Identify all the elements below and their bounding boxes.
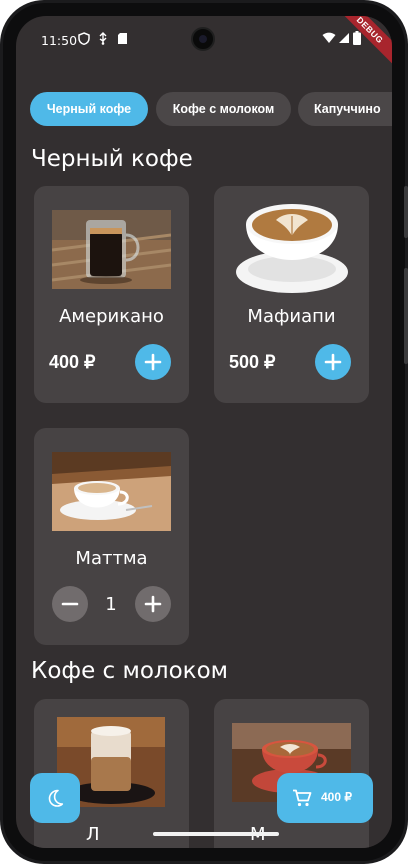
latte-art-photo xyxy=(236,204,348,293)
theme-toggle-button[interactable] xyxy=(30,773,80,823)
tab-black-coffee[interactable]: Черный кофе xyxy=(30,92,148,126)
plus-icon xyxy=(144,595,162,613)
add-to-cart-button[interactable] xyxy=(315,344,351,380)
product-price: 500 ₽ xyxy=(229,352,276,372)
app-screen: 11:50 DEBUG Черный кофе Кофе с молоком К… xyxy=(16,16,392,848)
signal-icon xyxy=(339,33,349,43)
product-price: 400 ₽ xyxy=(49,352,96,372)
power-button xyxy=(404,268,408,364)
home-indicator[interactable] xyxy=(153,832,279,836)
plus-icon xyxy=(324,353,342,371)
tab-cappuccino[interactable]: Капуччино xyxy=(298,92,392,126)
phone-frame: 11:50 DEBUG Черный кофе Кофе с молоком К… xyxy=(0,0,408,864)
quantity-value: 1 xyxy=(105,594,117,615)
product-card-mattma[interactable]: Маттма 1 xyxy=(34,428,189,645)
tab-coffee-with-milk[interactable]: Кофе с молоком xyxy=(156,92,291,126)
plus-icon xyxy=(144,353,162,371)
cart-icon xyxy=(293,789,312,807)
status-time: 11:50 xyxy=(41,33,78,48)
product-name: Мафиапи xyxy=(247,306,336,327)
volume-button xyxy=(404,186,408,238)
section-title-black-coffee: Черный кофе xyxy=(31,146,193,172)
wifi-icon xyxy=(322,32,336,43)
product-name: Американо xyxy=(59,306,164,327)
cappuccino-cup-photo xyxy=(52,452,171,531)
moon-icon xyxy=(48,789,64,807)
decrease-quantity-button[interactable] xyxy=(52,586,88,622)
sd-card-icon xyxy=(118,33,127,44)
cart-total: 400 ₽ xyxy=(321,790,352,804)
minus-icon xyxy=(61,602,79,606)
americano-photo xyxy=(52,210,171,289)
increase-quantity-button[interactable] xyxy=(135,586,171,622)
category-tabs: Черный кофе Кофе с молоком Капуччино xyxy=(30,92,392,126)
product-name: Маттма xyxy=(75,548,148,569)
product-card-americano[interactable]: Американо 400 ₽ xyxy=(34,186,189,403)
cart-button[interactable]: 400 ₽ xyxy=(277,773,373,823)
add-to-cart-button[interactable] xyxy=(135,344,171,380)
front-camera xyxy=(191,27,215,51)
usb-icon xyxy=(99,32,107,45)
product-name: Л xyxy=(86,824,100,845)
shield-icon xyxy=(78,32,90,45)
battery-icon xyxy=(353,31,361,45)
product-card-mafiapi[interactable]: Мафиапи 500 ₽ xyxy=(214,186,369,403)
status-bar: 11:50 DEBUG xyxy=(16,16,392,70)
section-title-coffee-with-milk: Кофе с молоком xyxy=(31,658,228,684)
